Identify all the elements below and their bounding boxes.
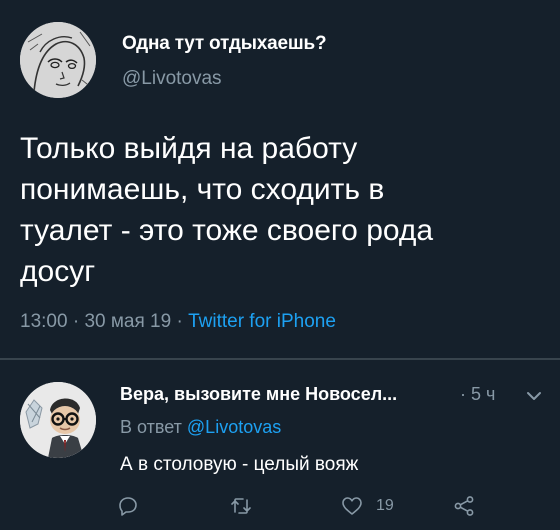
replying-to-prefix: В ответ	[120, 417, 182, 437]
tweet-text-line: понимаешь, что сходить в	[20, 173, 385, 206]
tweet-time[interactable]: 13:00	[20, 311, 68, 332]
man-with-glasses-avatar-icon	[20, 382, 96, 458]
reply-tweet[interactable]: Вера, вызовите мне Новосел... · 5 ч В от…	[0, 362, 560, 530]
tweet-text: Только выйдя на работу понимаешь, что сх…	[20, 128, 540, 292]
divider	[0, 358, 560, 360]
tweet-source-link[interactable]: Twitter for iPhone	[188, 311, 336, 332]
reply-text: А в столовую - целый вояж	[120, 454, 359, 475]
tweet-meta: 13:00 · 30 мая 19 · Twitter for iPhone	[20, 311, 336, 333]
sketch-avatar-icon	[20, 22, 96, 98]
reply-icon	[119, 497, 137, 516]
tweet-date[interactable]: 30 мая 19	[84, 311, 171, 332]
chevron-down-icon[interactable]	[524, 386, 544, 406]
replying-to-mention[interactable]: @Livotovas	[187, 417, 281, 437]
retweet-button[interactable]	[229, 492, 253, 520]
reply-timestamp: · 5 ч	[460, 384, 495, 405]
reply-author-display-name[interactable]: Вера, вызовите мне Новосел...	[120, 384, 397, 405]
like-button[interactable]: 19	[340, 492, 394, 520]
tweet-text-line: туалет - это тоже своего рода	[20, 214, 434, 247]
author-display-name[interactable]: Одна тут отдыхаешь?	[122, 33, 327, 55]
tweet-text-line: досуг	[20, 255, 96, 288]
meta-separator: ·	[72, 311, 80, 332]
tweet-text-line: Только выйдя на работу	[20, 132, 358, 165]
share-button[interactable]	[452, 492, 476, 520]
author-handle[interactable]: @Livotovas	[122, 68, 222, 90]
author-avatar[interactable]	[20, 22, 96, 98]
retweet-icon	[231, 498, 251, 514]
like-count: 19	[376, 497, 394, 514]
meta-separator: ·	[176, 311, 183, 332]
reply-author-avatar[interactable]	[20, 382, 96, 458]
reply-time: 5 ч	[471, 384, 496, 404]
reply-button[interactable]	[116, 492, 140, 520]
like-icon	[342, 497, 362, 515]
share-icon	[454, 496, 474, 516]
reply-time-separator: ·	[460, 384, 466, 404]
main-tweet: Одна тут отдыхаешь? @Livotovas Только вы…	[0, 0, 560, 360]
replying-to: В ответ @Livotovas	[120, 417, 281, 438]
